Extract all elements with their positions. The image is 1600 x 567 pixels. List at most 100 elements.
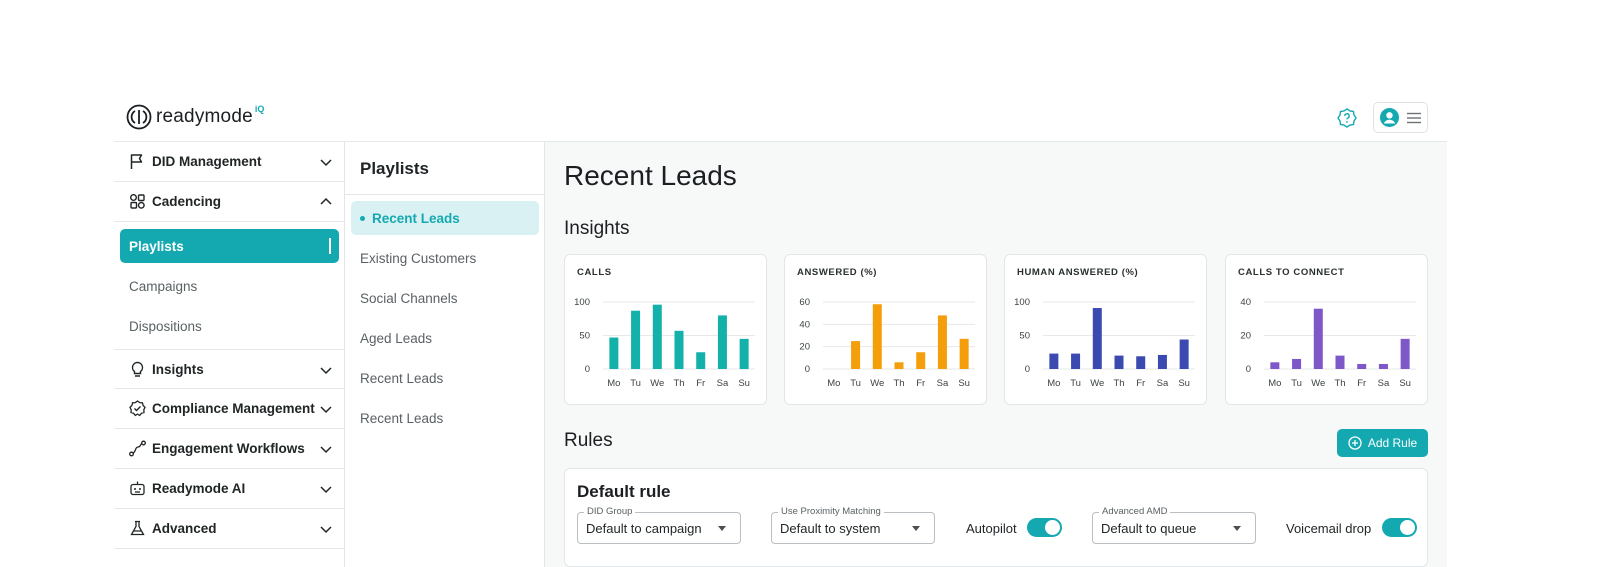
shapes-icon — [128, 193, 146, 211]
bar — [1049, 353, 1059, 369]
playlists-panel: Playlists Recent Leads Existing Customer… — [345, 142, 545, 567]
select-value: Default to queue — [1101, 521, 1197, 536]
select-legend: Advanced AMD — [1099, 506, 1171, 517]
y-tick-label: 0 — [1246, 364, 1251, 375]
chevron-down-icon — [320, 406, 332, 414]
playlist-item[interactable]: Existing Customers — [351, 241, 539, 275]
caret-down-icon — [718, 526, 726, 531]
did-group-select[interactable]: DID Group Default to campaign — [577, 506, 741, 544]
playlist-item[interactable]: Recent Leads — [351, 401, 539, 435]
plus-circle-icon — [1348, 436, 1362, 450]
bar — [631, 310, 641, 369]
bar — [1071, 353, 1081, 369]
sidebar-subitem-campaigns[interactable]: Campaigns — [120, 269, 339, 303]
flask-icon — [128, 520, 146, 538]
x-tick-label: Tu — [1070, 378, 1081, 389]
playlists-title: Playlists — [360, 159, 429, 178]
chart-title: ANSWERED (%) — [797, 267, 878, 278]
select-value: Default to system — [780, 521, 881, 536]
rule-title: Default rule — [577, 482, 671, 501]
playlist-item[interactable]: Aged Leads — [351, 321, 539, 355]
x-tick-label: Th — [893, 378, 904, 389]
playlist-item-label: Social Channels — [360, 290, 458, 306]
flag-icon — [128, 153, 146, 171]
sidebar-item-readymode-ai[interactable]: Readymode AI — [114, 469, 345, 509]
bar — [717, 315, 727, 369]
chart-card-calls: CALLS 0 50 100 Mo Tu We Th Fr Sa Su — [564, 254, 767, 405]
x-tick-label: Su — [958, 378, 970, 389]
chevron-down-icon — [320, 486, 332, 494]
autopilot-toggle[interactable] — [1027, 518, 1062, 537]
autopilot-label: Autopilot — [966, 521, 1017, 536]
bar — [894, 362, 904, 369]
x-tick-label: Sa — [717, 378, 729, 389]
sidebar-item-label: Engagement Workflows — [152, 441, 305, 456]
sidebar-item-engagement-workflows[interactable]: Engagement Workflows — [114, 429, 345, 469]
bar — [1357, 363, 1367, 369]
sidebar-subitem-label: Playlists — [129, 238, 184, 254]
chevron-down-icon — [320, 526, 332, 534]
logo[interactable]: readymode iQ — [126, 104, 264, 130]
x-tick-label: Tu — [630, 378, 641, 389]
sidebar-item-compliance-management[interactable]: Compliance Management — [114, 389, 345, 429]
playlist-item-label: Recent Leads — [360, 410, 444, 426]
bar — [1378, 363, 1388, 369]
y-tick-label: 0 — [585, 364, 590, 375]
y-tick-label: 100 — [1014, 297, 1030, 308]
bar — [872, 304, 882, 369]
chart-card-calls-to-connect: CALLS TO CONNECT 0 20 40 Mo Tu We Th Fr Sa Su — [1225, 254, 1428, 405]
sidebar-subitem-playlists[interactable]: Playlists — [120, 229, 339, 263]
caret-down-icon — [1233, 526, 1241, 531]
x-tick-label: Su — [738, 378, 750, 389]
y-tick-label: 50 — [579, 331, 590, 342]
calls-to-connect-chart: 0 20 40 Mo Tu We Th Fr Sa Su — [1240, 297, 1416, 389]
x-tick-label: Th — [673, 378, 684, 389]
sidebar-item-label: Insights — [152, 361, 204, 377]
x-tick-label: We — [1090, 378, 1104, 389]
sidebar-item-label: Readymode AI — [152, 481, 246, 496]
robot-icon — [128, 480, 146, 498]
advanced-amd-select[interactable]: Advanced AMD Default to queue — [1092, 506, 1256, 544]
sidebar-subitem-dispositions[interactable]: Dispositions — [120, 309, 339, 343]
x-tick-label: Th — [1113, 378, 1124, 389]
playlist-item-label: Existing Customers — [360, 250, 477, 266]
app-window: readymode iQ DID Management Cadencing Pl… — [114, 96, 1447, 567]
playlist-item[interactable]: Social Channels — [351, 281, 539, 315]
sidebar-item-label: Advanced — [152, 521, 217, 536]
bar — [674, 330, 684, 369]
sidebar-item-insights[interactable]: Insights — [114, 349, 345, 389]
y-tick-label: 20 — [1240, 331, 1251, 342]
x-tick-label: Sa — [937, 378, 949, 389]
add-rule-button[interactable]: Add Rule — [1337, 429, 1428, 457]
y-tick-label: 20 — [799, 342, 810, 353]
playlist-item[interactable]: Recent Leads — [351, 201, 539, 235]
x-tick-label: Mo — [1268, 378, 1281, 389]
playlist-item-label: Recent Leads — [372, 210, 460, 226]
bar — [1157, 354, 1167, 369]
sidebar-item-label: DID Management — [152, 154, 262, 169]
active-dot — [360, 215, 365, 221]
proximity-matching-select[interactable]: Use Proximity Matching Default to system — [771, 506, 935, 544]
sidebar-item-advanced[interactable]: Advanced — [114, 509, 345, 549]
toggle-knob — [1045, 520, 1060, 535]
chevron-up-icon — [320, 197, 332, 205]
voicemail-drop-toggle[interactable] — [1382, 518, 1417, 537]
y-tick-label: 0 — [1025, 364, 1030, 375]
playlist-item[interactable]: Recent Leads — [351, 361, 539, 395]
x-tick-label: We — [650, 378, 664, 389]
sidebar-item-did-management[interactable]: DID Management — [114, 142, 345, 182]
x-tick-label: We — [870, 378, 884, 389]
bar — [1313, 308, 1323, 369]
help-icon[interactable] — [1336, 107, 1358, 129]
x-tick-label: Su — [1178, 378, 1190, 389]
bar — [937, 315, 947, 369]
user-menu-button[interactable] — [1373, 102, 1428, 133]
sidebar-item-cadencing[interactable]: Cadencing — [114, 182, 345, 222]
bar — [1400, 338, 1410, 369]
insights-heading: Insights — [564, 218, 630, 239]
voicemail-drop-label: Voicemail drop — [1286, 521, 1372, 536]
caret-down-icon — [912, 526, 920, 531]
select-legend: DID Group — [584, 506, 636, 517]
x-tick-label: Fr — [1136, 378, 1145, 389]
y-tick-label: 50 — [1019, 331, 1030, 342]
